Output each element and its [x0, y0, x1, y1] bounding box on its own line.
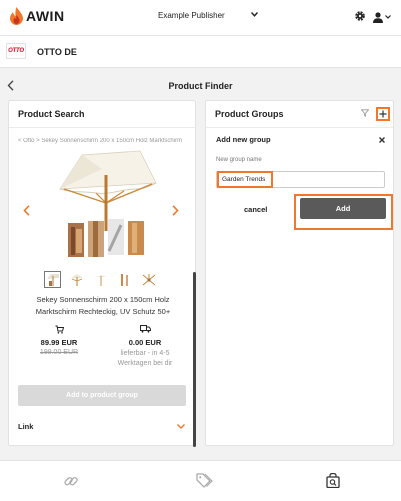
- thumbnail-2[interactable]: [68, 271, 85, 288]
- awin-logo-text: AWIN: [26, 8, 65, 24]
- scrollbar[interactable]: [193, 129, 196, 447]
- product-search-title: Product Search: [9, 101, 195, 128]
- page-title: Product Finder: [168, 81, 233, 91]
- advertiser-name: OTTO DE: [37, 47, 77, 57]
- link-label: Link: [18, 422, 34, 431]
- filter-icon[interactable]: [360, 109, 370, 119]
- link-icon[interactable]: [63, 473, 79, 491]
- user-icon[interactable]: [373, 11, 391, 23]
- product-search-icon[interactable]: [326, 472, 340, 490]
- awin-logo[interactable]: AWIN: [10, 7, 65, 25]
- advertiser-bar: OTTO OTTO DE: [0, 36, 401, 68]
- product-image: [52, 149, 160, 259]
- new-group-name-label: New group name: [216, 157, 262, 163]
- awin-flame-icon: [10, 7, 23, 25]
- otto-logo: OTTO: [6, 43, 26, 59]
- add-group-button[interactable]: [376, 107, 390, 121]
- cart-icon: [37, 325, 81, 336]
- chevron-down-icon: [385, 15, 391, 19]
- tag-icon[interactable]: [196, 473, 213, 490]
- delivery-text: lieferbar - in 4-5 Werktagen bei dir: [117, 350, 173, 367]
- close-icon[interactable]: [379, 135, 385, 145]
- top-icons: [354, 10, 391, 24]
- product-search-panel: Product Search < Otto > Sekey Sonnenschi…: [8, 100, 196, 447]
- gear-icon[interactable]: [354, 10, 366, 24]
- bottom-nav: [0, 460, 401, 501]
- breadcrumb[interactable]: < Otto > Sekey Sonnenschirm 200 x 150cm …: [18, 138, 190, 144]
- top-bar: AWIN Example Publisher: [0, 0, 401, 36]
- scrollbar-thumb[interactable]: [193, 272, 196, 447]
- publisher-select-value: Example Publisher: [158, 11, 225, 20]
- old-price: 199.00 EUR: [39, 349, 79, 356]
- shipping-column: 0.00 EUR lieferbar - in 4-5 Werktagen be…: [117, 325, 173, 369]
- truck-icon: [117, 325, 173, 336]
- add-to-product-group-button[interactable]: Add to product group: [18, 385, 186, 406]
- product-title: Sekey Sonnenschirm 200 x 150cm Holz Mark…: [35, 295, 171, 316]
- carousel-prev-icon[interactable]: [23, 205, 30, 219]
- thumbnail-strip: [44, 271, 157, 288]
- cancel-button[interactable]: cancel: [244, 205, 267, 214]
- price-column: 89.99 EUR 199.00 EUR: [37, 325, 81, 356]
- otto-logo-text: OTTO: [8, 48, 24, 54]
- publisher-select[interactable]: Example Publisher: [158, 11, 258, 20]
- new-group-name-value[interactable]: Garden Trends: [217, 171, 273, 188]
- chevron-down-icon: [177, 422, 185, 431]
- price: 89.99 EUR: [40, 338, 78, 347]
- thumbnail-5[interactable]: [140, 271, 157, 288]
- thumbnail-1[interactable]: [44, 271, 61, 288]
- thumbnail-3[interactable]: [92, 271, 109, 288]
- product-groups-panel: Product Groups Add new group New group n…: [205, 100, 394, 446]
- add-new-group-title: Add new group: [216, 135, 271, 144]
- plus-icon: [379, 110, 387, 118]
- thumbnail-4[interactable]: [116, 271, 133, 288]
- product-groups-actions: [360, 107, 390, 121]
- carousel-next-icon[interactable]: [172, 205, 179, 219]
- link-accordion[interactable]: Link: [18, 422, 185, 431]
- chevron-down-icon: [250, 12, 258, 19]
- shipping-price: 0.00 EUR: [128, 338, 162, 347]
- add-button[interactable]: Add: [300, 198, 386, 219]
